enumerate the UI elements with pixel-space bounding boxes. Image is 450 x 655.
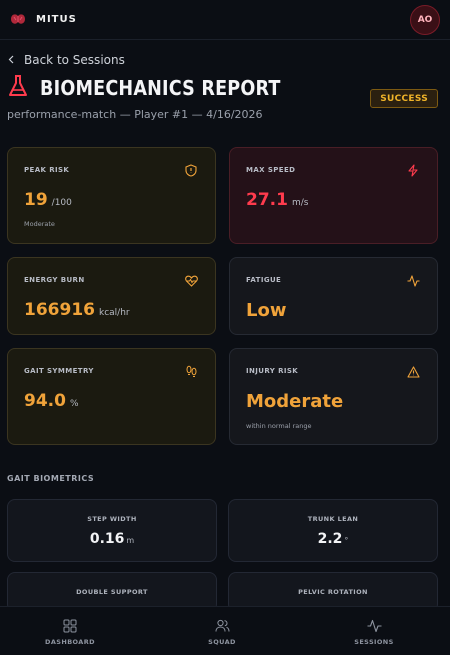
- energy-burn-unit: kcal/hr: [98, 308, 130, 318]
- metric-label: TRUNK LEAN: [307, 515, 359, 523]
- metric-value-row: 0.16 m: [8, 531, 216, 547]
- avatar[interactable]: AO: [410, 5, 440, 35]
- injury-risk-card: INJURY RISK Moderate within normal range: [229, 348, 438, 445]
- brain-logo-icon: [10, 10, 26, 29]
- lightning-icon: [407, 162, 421, 177]
- card-label: ENERGY BURN: [24, 276, 85, 284]
- gait-symmetry-card: GAIT SYMMETRY 94.0 %: [7, 348, 216, 445]
- card-label: GAIT SYMMETRY: [24, 367, 94, 375]
- footprints-icon: [185, 363, 199, 378]
- bottom-nav: DASHBOARD SQUAD SESSIONS: [0, 606, 450, 655]
- flask-icon: [8, 74, 28, 102]
- metric-value-row: 2.2 °: [229, 531, 437, 547]
- warning-triangle-icon: [407, 363, 421, 378]
- step-width-metric: STEP WIDTH 0.16 m: [7, 499, 217, 562]
- max-speed-card: MAX SPEED 27.1 m/s: [229, 147, 438, 244]
- brand-name: MITUS: [36, 14, 77, 25]
- trunk-lean-unit: °: [344, 536, 349, 545]
- nav-dashboard[interactable]: DASHBOARD: [25, 619, 115, 646]
- top-bar: MITUS AO: [0, 0, 450, 40]
- peak-risk-card: PEAK RISK 19 /100 Moderate: [7, 147, 216, 244]
- card-value-row: Low: [246, 300, 421, 321]
- nav-squad[interactable]: SQUAD: [177, 619, 267, 646]
- status-badge: SUCCESS: [370, 89, 438, 108]
- metric-label: PELVIC ROTATION: [298, 588, 368, 596]
- dashboard-icon: [25, 619, 115, 633]
- back-to-sessions-link[interactable]: Back to Sessions: [8, 53, 125, 67]
- users-icon: [177, 619, 267, 633]
- step-width-value: 0.16: [89, 531, 125, 547]
- trunk-lean-metric: TRUNK LEAN 2.2 °: [228, 499, 438, 562]
- card-value-row: 19 /100: [24, 190, 199, 210]
- peak-risk-note: Moderate: [24, 220, 55, 228]
- energy-burn-card: ENERGY BURN 166916 kcal/hr: [7, 257, 216, 335]
- peak-risk-unit: /100: [51, 198, 72, 208]
- card-label: INJURY RISK: [246, 367, 299, 375]
- card-label: FATIGUE: [246, 276, 282, 284]
- energy-burn-value: 166916: [24, 300, 95, 320]
- activity-icon: [407, 272, 421, 287]
- trunk-lean-value: 2.2: [317, 531, 343, 547]
- nav-label: SQUAD: [208, 638, 236, 646]
- brand[interactable]: MITUS: [10, 10, 77, 29]
- metric-label: STEP WIDTH: [87, 515, 137, 523]
- max-speed-unit: m/s: [291, 198, 309, 208]
- step-width-unit: m: [126, 536, 135, 545]
- activity-icon: [329, 619, 419, 633]
- injury-risk-note: within normal range: [246, 422, 312, 430]
- max-speed-value: 27.1: [246, 190, 288, 210]
- peak-risk-value: 19: [24, 190, 48, 210]
- injury-risk-value: Moderate: [246, 391, 344, 412]
- page-subtitle: performance-match — Player #1 — 4/16/202…: [7, 108, 263, 121]
- card-value-row: 27.1 m/s: [246, 190, 421, 210]
- chevron-left-icon: [8, 53, 14, 67]
- fatigue-value: Low: [246, 300, 287, 321]
- nav-label: SESSIONS: [354, 638, 394, 646]
- nav-sessions[interactable]: SESSIONS: [329, 619, 419, 646]
- nav-label: DASHBOARD: [45, 638, 95, 646]
- card-value-row: Moderate: [246, 391, 421, 412]
- section-title-gait-biometrics: GAIT BIOMETRICS: [7, 474, 95, 483]
- card-label: PEAK RISK: [24, 166, 70, 174]
- fatigue-card: FATIGUE Low: [229, 257, 438, 335]
- card-label: MAX SPEED: [246, 166, 296, 174]
- gait-symmetry-unit: %: [69, 399, 79, 409]
- gait-symmetry-value: 94.0: [24, 391, 66, 411]
- back-link-label: Back to Sessions: [24, 53, 125, 67]
- metric-label: DOUBLE SUPPORT: [76, 588, 148, 596]
- shield-alert-icon: [185, 162, 199, 177]
- card-value-row: 94.0 %: [24, 391, 199, 411]
- card-value-row: 166916 kcal/hr: [24, 300, 199, 320]
- page-title: BIOMECHANICS REPORT: [40, 76, 281, 100]
- page-header: BIOMECHANICS REPORT: [8, 74, 313, 102]
- heart-pulse-icon: [185, 272, 199, 287]
